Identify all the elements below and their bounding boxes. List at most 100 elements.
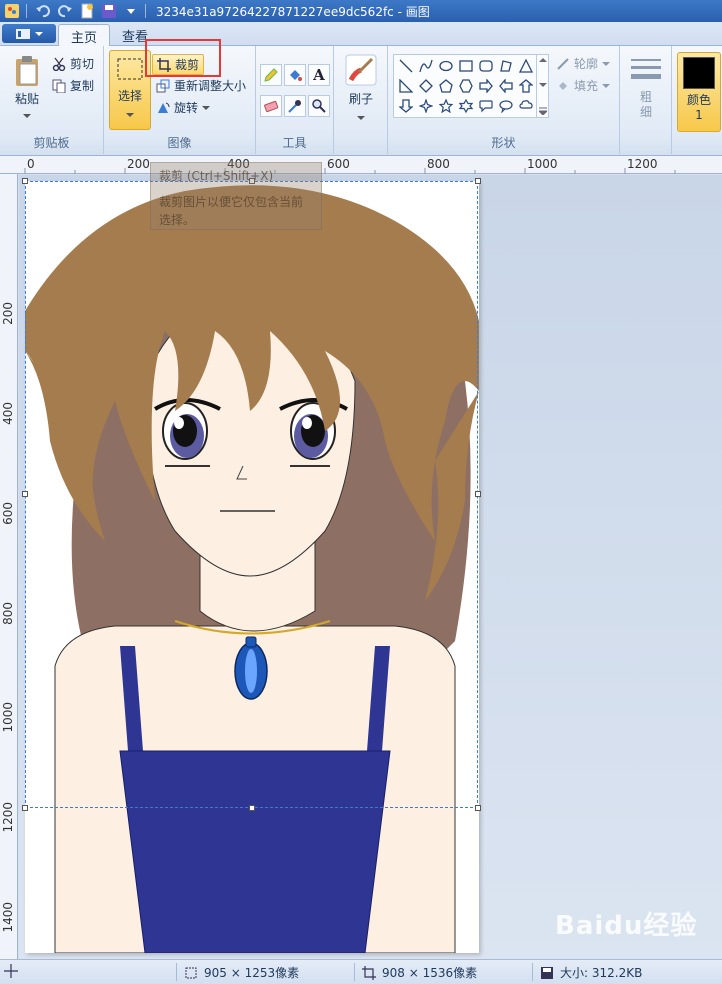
- shapes-group: 轮廓 填充 形状: [388, 46, 620, 154]
- v-ruler-label: 1000: [1, 702, 15, 733]
- selection-handle[interactable]: [475, 178, 481, 184]
- cloud-callout-shape[interactable]: [516, 96, 536, 116]
- eraser-tool[interactable]: [260, 95, 282, 117]
- h-ruler-ticks: [24, 168, 676, 174]
- tab-home[interactable]: 主页: [58, 24, 111, 47]
- selection-handle[interactable]: [22, 491, 28, 497]
- undo-icon[interactable]: [33, 2, 53, 20]
- size-button[interactable]: 粗细: [628, 56, 664, 120]
- paste-button[interactable]: 粘贴: [8, 54, 46, 119]
- resize-label: 重新调整大小: [174, 79, 247, 93]
- selection-handle[interactable]: [22, 178, 28, 184]
- tooltip-body: 裁剪图片以便它仅包含当前选择。: [159, 195, 304, 227]
- rotate-button[interactable]: 旋转: [156, 99, 211, 116]
- file-size: 大小: 312.2KB: [540, 964, 642, 981]
- four-point-star-shape-icon: [419, 99, 433, 113]
- rounded-rectangle-shape[interactable]: [476, 56, 496, 76]
- status-separator: [532, 963, 533, 981]
- text-tool[interactable]: A: [308, 64, 330, 86]
- polygon-shape-icon: [500, 60, 512, 72]
- chevron-down-icon: [602, 83, 611, 88]
- canvas-area[interactable]: [19, 175, 722, 959]
- v-ruler-label: 600: [1, 502, 15, 525]
- size-group: 粗细: [620, 46, 672, 154]
- new-file-icon[interactable]: [77, 2, 97, 20]
- horizontal-ruler: 0 200 400 600 800 1000 1200: [0, 156, 722, 174]
- fill-label: 填充: [574, 79, 599, 93]
- drawing-canvas[interactable]: [22, 178, 481, 954]
- expand-gallery-icon: [538, 107, 547, 115]
- redo-icon[interactable]: [55, 2, 75, 20]
- ribbon-tab-row: 主页 查看: [0, 22, 722, 47]
- eraser-icon: [264, 100, 279, 113]
- image-size-text: 908 × 1536像素: [382, 966, 478, 980]
- v-ruler-label: 400: [1, 402, 15, 425]
- ribbon: 粘贴 剪切 复制 剪贴板 选择 裁剪 重新调整大小 旋转 图像 A 工具 刷子 …: [0, 39, 722, 156]
- status-separator: [176, 963, 177, 981]
- rotate-label: 旋转: [174, 101, 199, 115]
- down-arrow-shape[interactable]: [396, 96, 416, 116]
- color-picker-tool[interactable]: [284, 95, 306, 117]
- selection-handle[interactable]: [249, 805, 255, 811]
- crosshair-icon: [4, 964, 18, 978]
- shapes-scrollbar[interactable]: [536, 54, 548, 118]
- select-label: 选择: [117, 89, 142, 103]
- four-point-star-shape[interactable]: [416, 96, 436, 116]
- magnifier-tool[interactable]: [308, 95, 330, 117]
- pencil-tool[interactable]: [260, 64, 282, 86]
- shapes-group-label: 形状: [491, 136, 516, 150]
- up-arrow-shape[interactable]: [516, 76, 536, 96]
- rectangle-shape[interactable]: [456, 56, 476, 76]
- quick-access-dropdown-icon[interactable]: [121, 2, 141, 20]
- file-size-text: 大小: 312.2KB: [560, 966, 643, 980]
- pentagon-shape[interactable]: [436, 76, 456, 96]
- save-icon[interactable]: [99, 2, 119, 20]
- v-ruler-label: 1400: [1, 902, 15, 933]
- diamond-shape[interactable]: [416, 76, 436, 96]
- oval-shape[interactable]: [436, 56, 456, 76]
- six-point-star-shape-icon: [459, 99, 473, 113]
- v-ruler-label: 800: [1, 602, 15, 625]
- eyedropper-icon: [288, 100, 301, 113]
- fill-button[interactable]: 填充: [556, 77, 611, 94]
- rounded-callout-shape[interactable]: [476, 96, 496, 116]
- line-shape-icon: [399, 59, 413, 73]
- color1-button[interactable]: 颜色 1: [677, 52, 721, 132]
- brush-icon: [345, 54, 377, 86]
- selection-handle[interactable]: [475, 491, 481, 497]
- resize-button[interactable]: 重新调整大小: [156, 77, 246, 94]
- tooltip-title: 裁剪 (Ctrl+Shift+X): [159, 169, 274, 183]
- window-title: 3234e31a97264227871227ee9dc562fc - 画图: [156, 4, 430, 19]
- brushes-button[interactable]: 刷子: [342, 54, 380, 121]
- app-menu-button[interactable]: [2, 24, 56, 43]
- cut-button[interactable]: 剪切: [52, 55, 94, 72]
- selection-size-text: 905 × 1253像素: [204, 966, 300, 980]
- selection-handle[interactable]: [22, 805, 28, 811]
- triangle-shape[interactable]: [516, 56, 536, 76]
- line-shape[interactable]: [396, 56, 416, 76]
- hexagon-shape[interactable]: [456, 76, 476, 96]
- image-group-label: 图像: [167, 136, 192, 150]
- selection-marquee[interactable]: [25, 181, 478, 808]
- outline-button[interactable]: 轮廓: [556, 55, 611, 72]
- fill-tool[interactable]: [284, 64, 306, 86]
- paint-bucket-icon: [290, 70, 302, 81]
- left-arrow-shape[interactable]: [496, 76, 516, 96]
- polygon-shape[interactable]: [496, 56, 516, 76]
- right-arrow-shape[interactable]: [476, 76, 496, 96]
- triangle-shape-icon: [519, 59, 533, 73]
- clipboard-group: 粘贴 剪切 复制 剪贴板: [0, 46, 104, 154]
- selection-handle[interactable]: [475, 805, 481, 811]
- six-point-star-shape[interactable]: [456, 96, 476, 116]
- five-point-star-shape[interactable]: [436, 96, 456, 116]
- v-ruler-label: 200: [1, 302, 15, 325]
- oval-callout-shape[interactable]: [496, 96, 516, 116]
- copy-button[interactable]: 复制: [52, 77, 94, 94]
- cut-label: 剪切: [70, 57, 95, 71]
- brushes-label: 刷子: [348, 92, 373, 106]
- curve-shape[interactable]: [416, 56, 436, 76]
- tools-group-label: 工具: [282, 136, 307, 150]
- shapes-gallery: [393, 54, 549, 118]
- right-triangle-shape[interactable]: [396, 76, 416, 96]
- paint-app-icon[interactable]: [2, 2, 22, 20]
